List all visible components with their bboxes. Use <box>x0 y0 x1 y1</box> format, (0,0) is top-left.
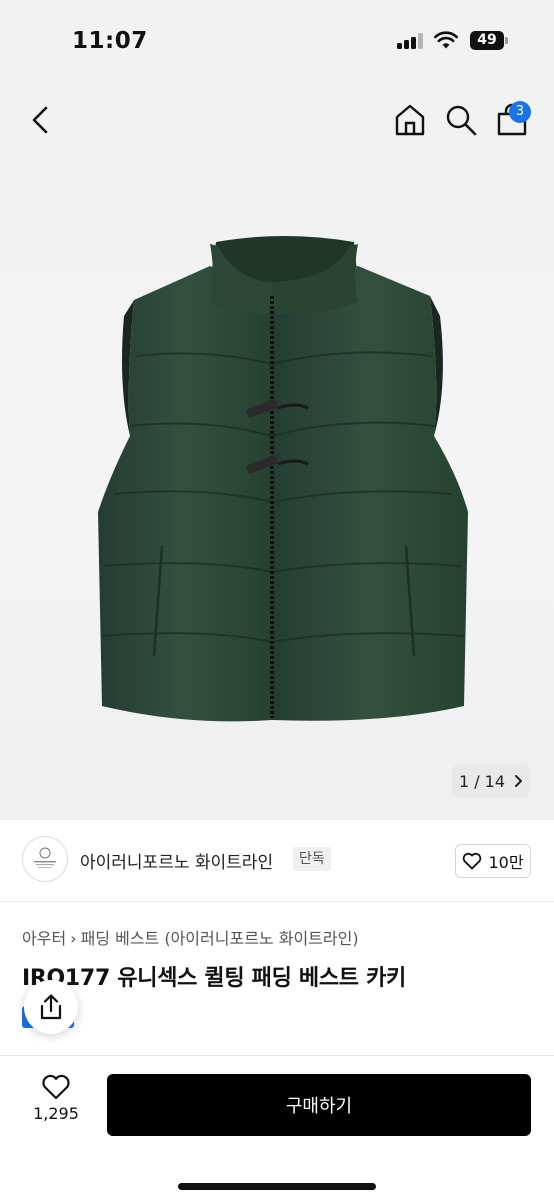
chevron-right-icon: › <box>70 929 77 948</box>
exclusive-badge: 단독 <box>293 847 331 871</box>
brand-row: 아이러니포르노 화이트라인 단독 10만 <box>0 820 554 902</box>
status-bar: 11:07 49 <box>0 0 554 80</box>
brand-like-button[interactable]: 10만 <box>455 844 531 878</box>
heart-icon <box>463 852 482 870</box>
product-image[interactable] <box>96 236 472 726</box>
search-icon[interactable] <box>443 102 479 138</box>
home-icon[interactable] <box>392 102 428 138</box>
favorite-count: 1,295 <box>33 1104 79 1123</box>
favorite-button[interactable]: 1,295 <box>26 1074 86 1134</box>
share-icon <box>40 994 62 1020</box>
home-indicator <box>178 1183 376 1190</box>
status-time: 11:07 <box>72 28 148 54</box>
pager-label: 1 / 14 <box>458 771 506 791</box>
buy-button[interactable]: 구매하기 <box>107 1074 531 1136</box>
chevron-right-icon <box>515 775 523 787</box>
brand-name[interactable]: 아이러니포르노 화이트라인 <box>80 848 273 873</box>
bottom-action-bar: 1,295 구매하기 <box>0 1055 554 1200</box>
brand-logo-mark <box>34 847 56 868</box>
product-title: IRO177 유니섹스 퀼팅 패딩 베스트 카키 <box>22 966 406 991</box>
battery-level: 49 <box>470 31 504 50</box>
image-pager[interactable]: 1 / 14 <box>452 764 530 798</box>
back-icon[interactable] <box>26 102 56 138</box>
battery-icon: 49 <box>470 31 508 50</box>
breadcrumb-category[interactable]: 아우터 <box>22 929 66 948</box>
breadcrumb-subcategory[interactable]: 패딩 베스트 (아이러니포르노 화이트라인) <box>81 929 359 948</box>
brand-like-count: 10만 <box>488 853 524 872</box>
cellular-signal-icon <box>397 33 423 49</box>
heart-icon <box>42 1074 70 1100</box>
wifi-icon <box>434 31 458 49</box>
top-navigation <box>0 80 554 160</box>
cart-count-badge: 3 <box>509 101 531 123</box>
brand-logo[interactable] <box>22 836 68 882</box>
breadcrumb: 아우터 › 패딩 베스트 (아이러니포르노 화이트라인) <box>22 925 359 949</box>
share-button[interactable] <box>24 980 78 1034</box>
